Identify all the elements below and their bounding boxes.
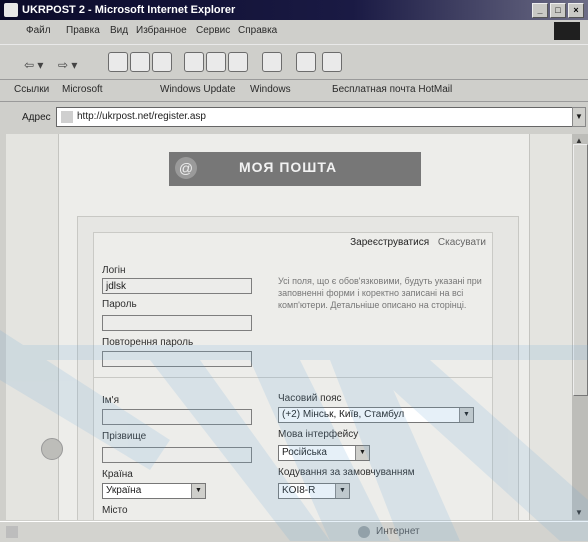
menu-tools[interactable]: Сервис [196, 25, 230, 36]
address-label: Адрес [22, 112, 51, 123]
chevron-down-icon: ▼ [355, 446, 369, 460]
side-badge-icon [41, 438, 63, 460]
language-label: Мова інтерфейсу [278, 429, 359, 440]
browser-window: UKRPOST 2 - Microsoft Internet Explorer … [0, 0, 588, 542]
encoding-select[interactable]: KOI8-R ▼ [278, 483, 350, 499]
login-input[interactable]: jdlsk [102, 278, 252, 294]
chevron-down-icon: ▼ [459, 408, 473, 422]
links-label: Ссылки [14, 84, 50, 95]
timezone-label: Часовий пояс [278, 393, 342, 404]
language-value: Російська [282, 447, 327, 458]
ie-throbber-icon [554, 22, 580, 40]
password-label: Пароль [102, 299, 137, 310]
country-value: Україна [106, 485, 142, 496]
login-label: Логін [102, 265, 126, 276]
logo-emblem-icon: @ [175, 157, 197, 179]
registration-form: Зареєструватися Скасувати Логін jdlsk Па… [93, 232, 493, 520]
menu-help[interactable]: Справка [238, 25, 277, 36]
city-label: Місто [102, 505, 128, 516]
page-status-icon [6, 526, 18, 538]
title-bar: UKRPOST 2 - Microsoft Internet Explorer … [0, 0, 588, 20]
refresh-icon[interactable] [130, 52, 150, 72]
back-icon[interactable]: ⇦ ▾ [24, 58, 43, 72]
divider [94, 377, 492, 378]
password-input[interactable] [102, 315, 252, 331]
timezone-value: (+2) Мінськ, Київ, Стамбул [282, 409, 405, 420]
info-text: Усі поля, що є обов'язковими, будуть ука… [278, 276, 482, 310]
surname-input[interactable] [102, 447, 252, 463]
menu-file[interactable]: Файл [26, 25, 51, 36]
country-select[interactable]: Україна ▼ [102, 483, 206, 499]
stop-icon[interactable] [108, 52, 128, 72]
country-label: Країна [102, 469, 133, 480]
address-bar: Адрес http://ukrpost.net/register.asp ▼ [0, 102, 588, 132]
security-zone: Интернет [376, 526, 420, 537]
minimize-button[interactable]: _ [532, 3, 548, 18]
surname-label: Прізвище [102, 431, 147, 442]
link-windows[interactable]: Windows [250, 84, 291, 95]
history-icon[interactable] [228, 52, 248, 72]
globe-icon [358, 526, 370, 538]
register-link[interactable]: Зареєструватися [350, 237, 429, 248]
chevron-down-icon[interactable]: ▼ [572, 107, 586, 127]
link-hotmail[interactable]: Бесплатная почта HotMail [332, 84, 452, 95]
print-icon[interactable] [296, 52, 316, 72]
encoding-label: Кодування за замовчуванням [278, 467, 415, 478]
search-icon[interactable] [184, 52, 204, 72]
page-content: @ МОЯ ПОШТА Зареєструватися Скасувати Ло… [6, 134, 572, 520]
name-input[interactable] [102, 409, 252, 425]
chevron-down-icon: ▼ [191, 484, 205, 498]
toolbar: ⇦ ▾ ⇨ ▾ [0, 44, 588, 80]
window-title: UKRPOST 2 - Microsoft Internet Explorer [22, 4, 236, 16]
address-url: http://ukrpost.net/register.asp [77, 111, 206, 122]
timezone-select[interactable]: (+2) Мінськ, Київ, Стамбул ▼ [278, 407, 474, 423]
vertical-scrollbar[interactable]: ▲ ▼ [572, 134, 588, 520]
moya-poshta-logo: @ МОЯ ПОШТА [169, 152, 421, 186]
mail-icon[interactable] [262, 52, 282, 72]
links-bar: Ссылки Microsoft Windows Update Windows … [0, 79, 588, 102]
encoding-value: KOI8-R [282, 485, 316, 496]
maximize-button[interactable]: □ [550, 3, 566, 18]
home-icon[interactable] [152, 52, 172, 72]
status-bar: Интернет [0, 521, 588, 542]
name-label: Ім'я [102, 395, 119, 406]
forward-icon[interactable]: ⇨ ▾ [58, 58, 77, 72]
scroll-down-icon[interactable]: ▼ [575, 508, 583, 517]
menu-favorites[interactable]: Избранное [136, 25, 187, 36]
ie-logo-icon [4, 3, 18, 17]
cancel-link[interactable]: Скасувати [438, 237, 486, 248]
link-windows-update[interactable]: Windows Update [160, 84, 236, 95]
password-repeat-input[interactable] [102, 351, 252, 367]
address-input[interactable]: http://ukrpost.net/register.asp [56, 107, 574, 127]
logo-text: МОЯ ПОШТА [239, 159, 338, 175]
form-header: Зареєструватися Скасувати [94, 237, 486, 248]
chevron-down-icon: ▼ [335, 484, 349, 498]
menu-view[interactable]: Вид [110, 25, 128, 36]
page-icon [61, 111, 73, 123]
webpage: @ МОЯ ПОШТА Зареєструватися Скасувати Ло… [41, 134, 530, 520]
menu-edit[interactable]: Правка [66, 25, 100, 36]
language-select[interactable]: Російська ▼ [278, 445, 370, 461]
edit-icon[interactable] [322, 52, 342, 72]
favorites-icon[interactable] [206, 52, 226, 72]
link-microsoft[interactable]: Microsoft [62, 84, 103, 95]
password-repeat-label: Повторення пароль [102, 337, 194, 348]
scrollbar-thumb[interactable] [573, 144, 588, 396]
menu-bar: Файл Правка Вид Избранное Сервис Справка [0, 20, 588, 42]
close-button[interactable]: × [568, 3, 584, 18]
